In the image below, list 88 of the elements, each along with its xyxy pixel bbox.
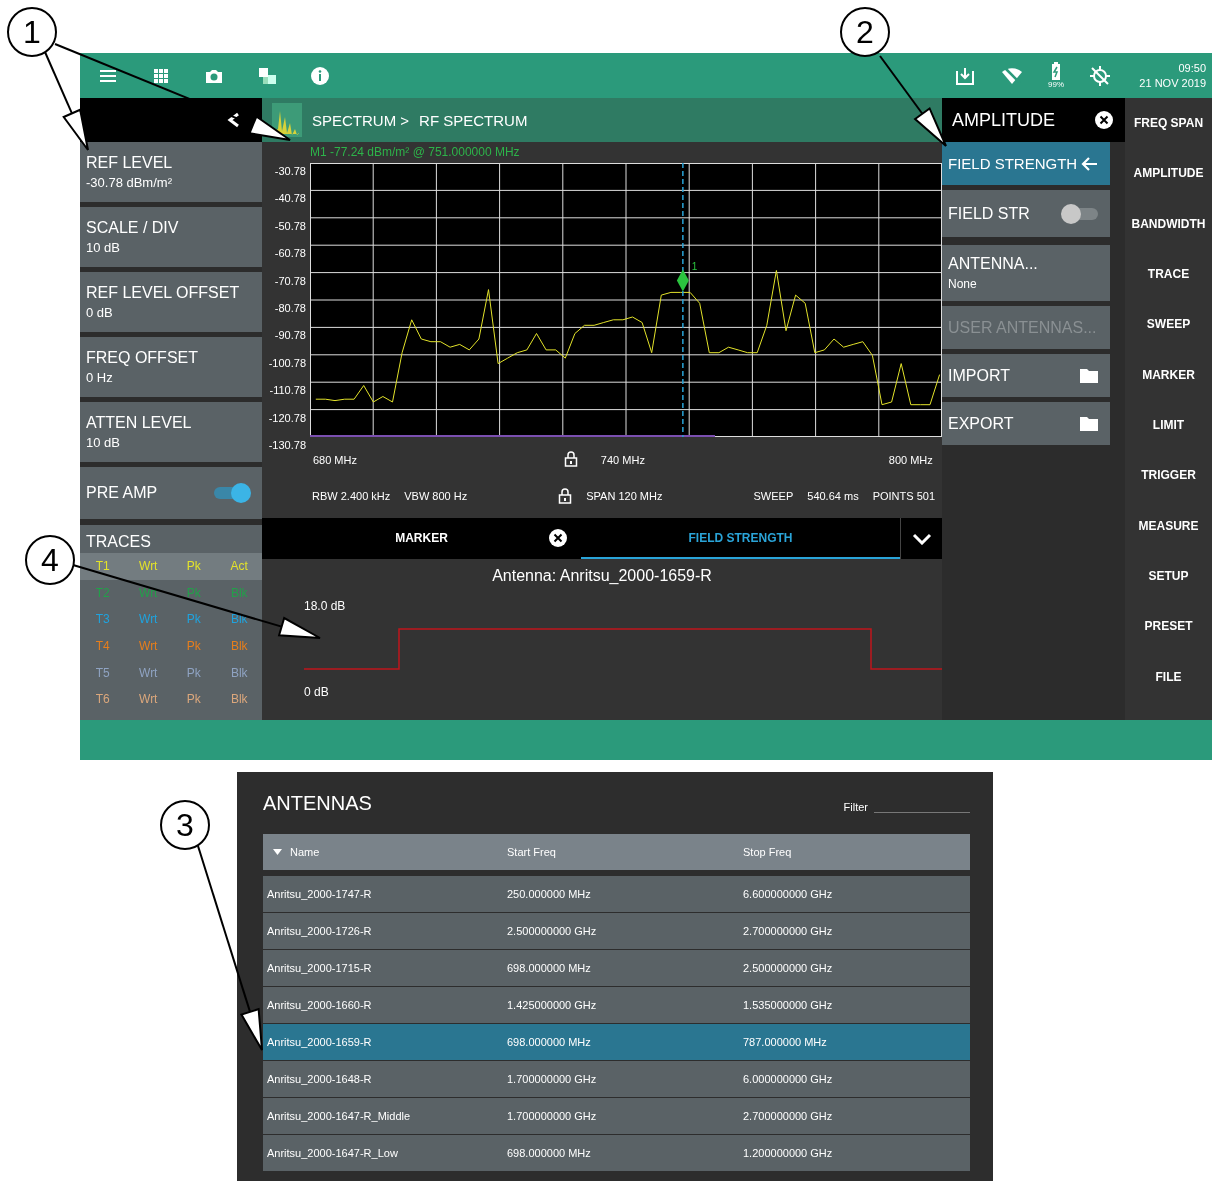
sweep-setting: SWEEP [753,490,794,502]
setting-button[interactable]: ATTEN LEVEL 10 dB [80,402,262,462]
menu-title: AMPLITUDE [952,109,1056,131]
column-header[interactable]: Stop Freq [743,846,792,858]
dialog-title: ANTENNAS [263,791,372,815]
column-header[interactable]: Name [290,846,320,858]
nav-menu-item[interactable]: LIMIT [1125,417,1212,469]
callout-number: 4 [25,535,75,585]
close-icon[interactable] [1095,111,1113,129]
info-icon[interactable] [310,65,330,86]
y-axis-label: -80.78 [273,301,306,315]
y-axis-label: -90.78 [273,328,306,343]
sweep-setting: RBW 2.400 kHz [312,490,391,502]
filter-label: Filter [843,800,868,813]
nav-menu-item[interactable]: MARKER [1125,367,1212,418]
marker-diamond[interactable] [676,269,689,292]
traces-title: TRACES [85,532,152,552]
setting-button[interactable]: FREQ OFFSET 0 Hz [80,337,262,397]
nav-menu-item[interactable]: PRESET [1125,619,1212,670]
y-axis-label: -110.78 [268,383,306,398]
gps-off-icon[interactable] [1089,64,1111,87]
marker-number: 1 [691,261,698,273]
antenna-row[interactable]: Anritsu_2000-1726-R 2.500000000 GHz 2.700000000 GHz [263,913,970,949]
marker-readout: M1 -77.24 dBm/m² @ 751.000000 MHz [309,144,521,161]
nav-menu-item[interactable]: FREQ SPAN [1125,116,1212,167]
antenna-row[interactable]: Anritsu_2000-1660-R 1.425000000 GHz 1.535000000 GHz [263,987,970,1023]
sort-caret-icon[interactable] [273,849,282,855]
setting-button[interactable]: REF LEVEL -30.78 dBm/m² [80,142,262,202]
page-title: RF SPECTRUM [419,111,528,129]
menu-button[interactable]: IMPORT [948,366,1010,385]
sweep-setting: POINTS 501 [872,490,935,502]
y-axis-label: -130.78 [267,438,306,452]
column-header[interactable]: Start Freq [507,846,556,858]
setting-button[interactable]: REF LEVEL OFFSET 0 dB [80,272,262,332]
back-arrow-icon[interactable] [1080,155,1098,172]
menu-button[interactable]: EXPORT [948,414,1014,433]
x-axis-label: 740 MHz [600,453,645,467]
breadcrumb-item[interactable]: SPECTRUM > [312,111,410,129]
nav-menu-item[interactable]: BANDWIDTH [1125,216,1212,267]
submenu-header[interactable]: FIELD STRENGTH [942,142,1110,185]
folder-icon [1080,416,1098,431]
y-axis-label: -40.78 [273,191,306,206]
y-axis-label: -120.78 [267,410,306,425]
clock-date: 21 NOV 2019 [1139,75,1206,91]
close-icon[interactable] [549,529,567,547]
y-axis-label: -100.78 [267,355,306,370]
nav-menu-item[interactable]: FILE [1125,669,1212,720]
x-axis-label: 680 MHz [312,453,357,467]
antenna-row[interactable]: Anritsu_2000-1747-R 250.000000 MHz 6.600000000 GHz [263,876,970,912]
trace-row[interactable]: T1 Wrt Pk Act [80,553,262,580]
antenna-row[interactable]: Anritsu_2000-1647-R_Low 698.000000 MHz 1.200000000 GHz [263,1135,970,1171]
x-axis-label: 800 MHz [888,453,933,467]
callout-number: 1 [7,7,57,57]
nav-menu-item[interactable]: MEASURE [1125,518,1212,569]
span-setting: SPAN 120 MHz [586,490,663,502]
antenna-row[interactable]: Anritsu_2000-1647-R_Middle 1.700000000 GHz 2.700000000 GHz [263,1098,970,1134]
callout-number: 2 [840,7,890,57]
nav-menu-item[interactable]: SWEEP [1125,317,1212,368]
antenna-row[interactable]: Anritsu_2000-1659-R 698.000000 MHz 787.000000 MHz [263,1024,970,1060]
lock-icon[interactable] [558,488,573,504]
sweep-setting: VBW 800 Hz [404,490,468,502]
battery-percent: 99% [1048,80,1064,89]
setting-label: FIELD STR [948,204,1030,223]
y-axis-label: 18.0 dB [304,599,347,613]
y-axis-label: -50.78 [273,218,306,233]
squares-icon[interactable] [257,65,277,86]
nav-menu-item[interactable]: AMPLITUDE [1125,166,1212,217]
sweep-setting: 540.64 ms [807,490,859,502]
nav-menu-item[interactable]: TRIGGER [1125,468,1212,519]
callout-number: 3 [160,800,210,850]
spectrum-app-icon[interactable] [272,103,302,137]
menu-button[interactable]: ANTENNA... None [942,245,1110,301]
y-axis-label: -30.78 [273,164,306,178]
antenna-row[interactable]: Anritsu_2000-1715-R 698.000000 MHz 2.500000000 GHz [263,950,970,986]
chevron-down-icon [911,532,932,545]
setting-label: PRE AMP [86,484,158,502]
folder-icon [1080,368,1098,383]
nav-menu-item[interactable]: TRACE [1125,267,1212,318]
y-axis-label: -60.78 [273,246,306,261]
y-axis-label: 0 dB [304,685,330,699]
clock-time: 09:50 [1178,60,1206,76]
antenna-title: Antenna: Anritsu_2000-1659-R [491,567,713,585]
nav-menu-item[interactable]: SETUP [1125,568,1212,620]
setting-button[interactable]: SCALE / DIV 10 dB [80,207,262,267]
battery-icon[interactable] [1050,62,1062,80]
antenna-row[interactable]: Anritsu_2000-1648-R 1.700000000 GHz 6.000000000 GHz [263,1061,970,1097]
lock-icon[interactable] [564,451,578,467]
y-axis-label: -70.78 [273,273,306,288]
